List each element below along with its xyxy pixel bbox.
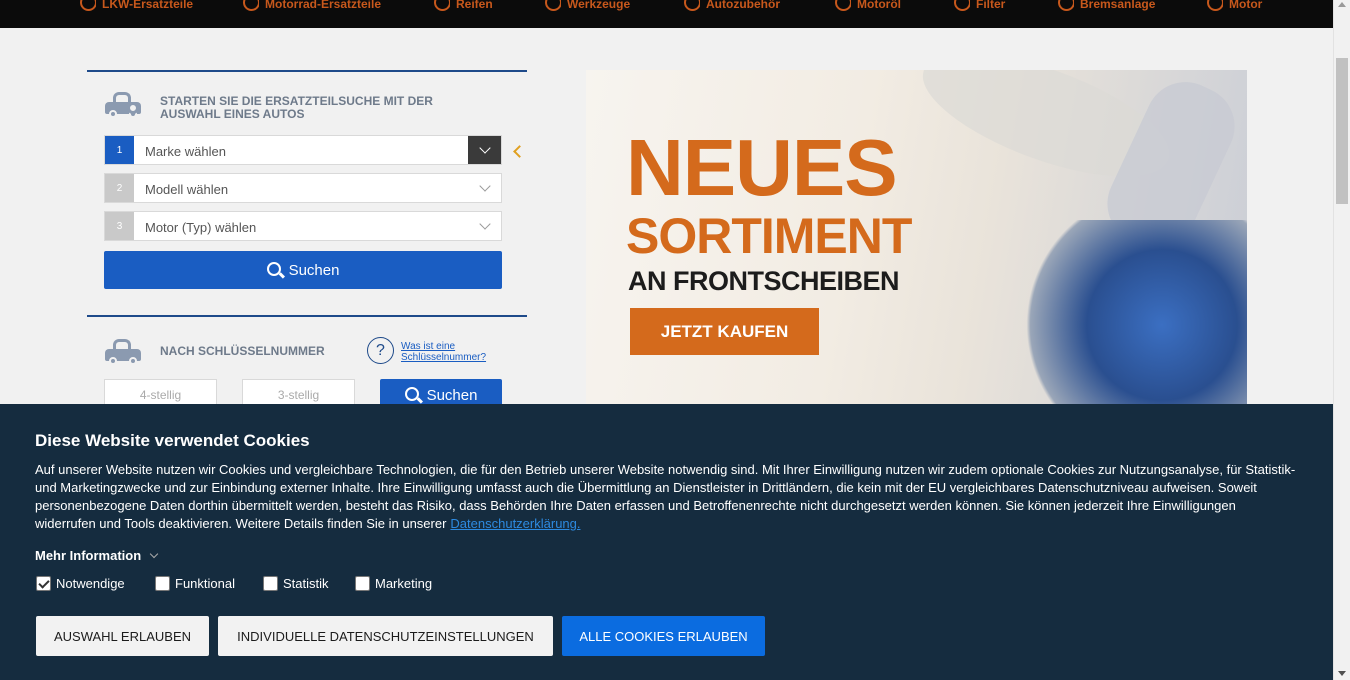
cookie-text: Auf unserer Website nutzen wir Cookies u…	[35, 462, 1296, 531]
search-button-label: Suchen	[426, 386, 478, 404]
privacy-policy-link[interactable]: Datenschutzerklärung.	[450, 516, 580, 531]
car-key-icon	[105, 337, 147, 365]
tire-icon	[432, 0, 450, 13]
scroll-thumb[interactable]	[1336, 58, 1348, 204]
allow-all-cookies-button[interactable]: ALLE COOKIES ERLAUBEN	[562, 616, 765, 656]
allow-selection-button[interactable]: AUSWAHL ERLAUBEN	[36, 616, 209, 656]
car-search-icon	[105, 90, 147, 118]
nav-werkzeuge[interactable]: Werkzeuge	[543, 0, 630, 13]
key-number-title: NACH SCHLÜSSELNUMMER	[160, 344, 325, 358]
search-icon	[266, 261, 281, 276]
chevron-left-icon[interactable]	[513, 145, 526, 158]
key-number-panel: NACH SCHLÜSSELNUMMER ? Was ist eine Schl…	[87, 315, 527, 415]
step-number: 1	[105, 136, 134, 164]
oil-can-icon	[833, 0, 851, 13]
filter-icon	[952, 0, 970, 13]
cookie-consent-banner: Diese Website verwendet Cookies Auf unse…	[0, 404, 1333, 680]
checkbox[interactable]	[263, 576, 278, 591]
step-number: 2	[105, 174, 134, 202]
checkbox-statistik[interactable]: Statistik	[263, 576, 329, 591]
checkbox-marketing[interactable]: Marketing	[355, 576, 432, 591]
scroll-up-arrow-icon[interactable]	[1338, 2, 1346, 7]
tools-icon	[543, 0, 561, 13]
car-search-panel: STARTEN SIE DIE ERSATZTEILSUCHE MIT DER …	[87, 70, 527, 315]
more-info-toggle[interactable]: Mehr Information	[35, 548, 159, 563]
motorcycle-icon	[241, 0, 259, 13]
truck-icon	[78, 0, 96, 13]
engine-icon	[1205, 0, 1223, 13]
question-icon[interactable]: ?	[367, 337, 394, 364]
cookie-title: Diese Website verwendet Cookies	[35, 431, 310, 450]
chevron-down-icon	[149, 549, 159, 558]
nav-motoroel[interactable]: Motoröl	[833, 0, 901, 13]
banner-headline: NEUES	[626, 123, 898, 212]
checkbox[interactable]	[155, 576, 170, 591]
brake-disc-icon	[1056, 0, 1074, 13]
search-button-label: Suchen	[288, 261, 340, 279]
banner-tagline: AN FRONTSCHEIBEN	[628, 266, 900, 296]
nav-motor[interactable]: Motor	[1205, 0, 1262, 13]
nav-autozubehoer[interactable]: Autozubehör	[682, 0, 780, 13]
nav-bremsanlage[interactable]: Bremsanlage	[1056, 0, 1155, 13]
top-navigation: LKW-Ersatzteile Motorrad-Ersatzteile Rei…	[0, 0, 1333, 28]
checkbox-funktional[interactable]: Funktional	[155, 576, 235, 591]
select-label: Motor (Typ) wählen	[145, 220, 257, 235]
checkbox[interactable]	[355, 576, 370, 591]
car-search-button[interactable]: Suchen	[104, 251, 502, 289]
chevron-down-icon	[468, 136, 501, 164]
nav-reifen[interactable]: Reifen	[432, 0, 493, 13]
individual-privacy-settings-button[interactable]: INDIVIDUELLE DATENSCHUTZEINSTELLUNGEN	[218, 616, 553, 656]
nav-filter[interactable]: Filter	[952, 0, 1005, 13]
scroll-down-arrow-icon[interactable]	[1338, 671, 1346, 676]
chevron-down-icon	[468, 212, 501, 240]
select-label: Marke wählen	[145, 144, 226, 159]
page-scrollbar[interactable]	[1333, 0, 1350, 680]
banner-cta-button[interactable]: JETZT KAUFEN	[630, 308, 819, 355]
checkbox[interactable]	[36, 576, 51, 591]
promo-banner[interactable]: NEUES SORTIMENT AN FRONTSCHEIBEN JETZT K…	[586, 70, 1247, 415]
windshield-tool-image	[1006, 220, 1247, 415]
checkbox-notwendige[interactable]: Notwendige	[36, 576, 125, 591]
nav-lkw-ersatzteile[interactable]: LKW-Ersatzteile	[78, 0, 193, 13]
first-aid-icon	[682, 0, 700, 13]
car-search-title: STARTEN SIE DIE ERSATZTEILSUCHE MIT DER …	[160, 94, 433, 121]
brand-select[interactable]: 1 Marke wählen	[104, 135, 502, 165]
key-number-help-link[interactable]: Was ist eine Schlüsselnummer?	[401, 341, 511, 363]
select-label: Modell wählen	[145, 182, 229, 197]
chevron-down-icon	[468, 174, 501, 202]
model-select[interactable]: 2 Modell wählen	[104, 173, 502, 203]
engine-type-select[interactable]: 3 Motor (Typ) wählen	[104, 211, 502, 241]
step-number: 3	[105, 212, 134, 240]
search-icon	[404, 386, 419, 401]
banner-subheadline: SORTIMENT	[626, 208, 912, 264]
nav-motorrad-ersatzteile[interactable]: Motorrad-Ersatzteile	[241, 0, 381, 13]
